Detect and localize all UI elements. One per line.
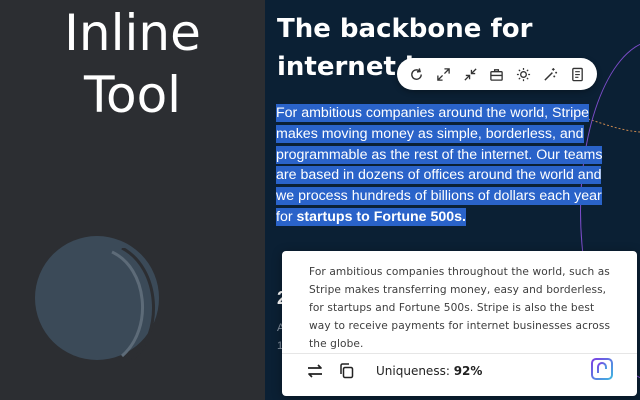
refresh-icon [411, 67, 422, 80]
copy-icon [340, 363, 354, 379]
card-footer: Uniqueness: 92% [302, 359, 482, 383]
briefcase-icon [490, 68, 504, 81]
card-divider [282, 353, 637, 354]
paragraph-bold-text: startups to Fortune 500s. [296, 208, 467, 225]
expand-button[interactable] [433, 64, 453, 84]
summarize-button[interactable] [567, 64, 587, 84]
uniqueness-score: Uniqueness: 92% [376, 364, 482, 378]
simplify-button[interactable] [514, 64, 534, 84]
promo-title-line-1: Inline [64, 4, 201, 62]
result-text: For ambitious companies throughout the w… [309, 266, 611, 350]
uniqueness-label: Uniqueness: [376, 364, 450, 378]
brand-logo-arc [111, 248, 155, 360]
document-icon [572, 67, 583, 81]
promo-title-line-2: Tool [83, 66, 182, 124]
replace-button[interactable] [302, 359, 328, 383]
rephrase-button[interactable] [406, 64, 426, 84]
promo-panel: Inline Tool [0, 0, 265, 400]
selected-paragraph[interactable]: For ambitious companies around the world… [276, 103, 606, 228]
improve-button[interactable] [541, 64, 561, 84]
formal-button[interactable] [487, 64, 507, 84]
promo-title: Inline Tool [0, 2, 265, 126]
shorten-button[interactable] [460, 64, 480, 84]
result-card: For ambitious companies throughout the w… [282, 251, 637, 396]
copy-button[interactable] [334, 359, 360, 383]
expand-icon [436, 67, 450, 81]
headline-line-1: The backbone for [277, 14, 533, 44]
uniqueness-value: 92% [453, 364, 483, 378]
extension-logo-icon[interactable] [591, 358, 613, 380]
inline-toolbar [397, 58, 597, 90]
paragraph-text: For ambitious companies around the world… [276, 105, 603, 225]
sun-icon [517, 67, 531, 81]
swap-arrows-icon [308, 364, 322, 378]
shorten-icon [464, 67, 477, 81]
magic-wand-icon [544, 67, 558, 81]
